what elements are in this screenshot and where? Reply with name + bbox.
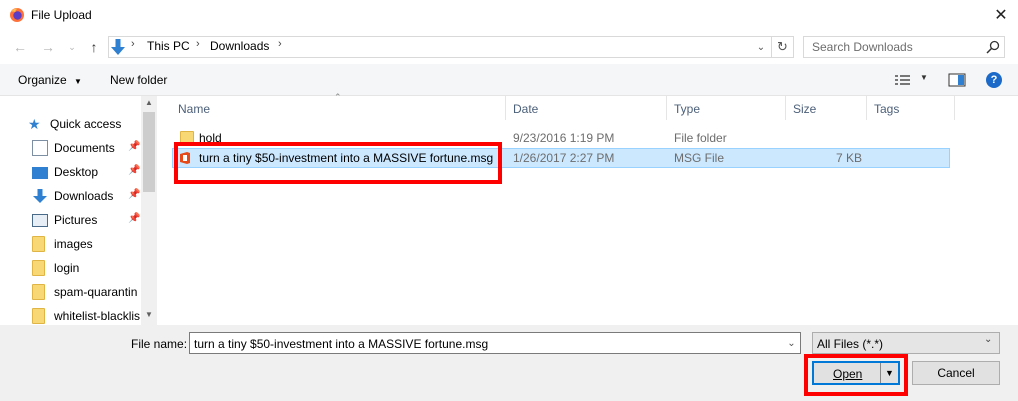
forward-arrow-icon: → <box>41 39 55 55</box>
address-dropdown-button[interactable]: ⌄ <box>752 37 770 57</box>
help-button[interactable]: ? <box>986 72 1002 88</box>
up-arrow-icon: ↑ <box>90 39 98 55</box>
sidebar-item-quick-access[interactable]: ★ Quick access <box>28 113 121 135</box>
annotation-highlight-file <box>174 142 502 184</box>
column-header-date[interactable]: Date <box>513 102 538 116</box>
up-button[interactable]: ↑ <box>84 37 104 57</box>
scroll-up-icon[interactable]: ▲ <box>141 98 157 110</box>
sidebar-item-label: whitelist-blacklis <box>54 309 141 323</box>
sidebar-item-label: Quick access <box>50 117 122 131</box>
refresh-icon: ↻ <box>777 39 788 54</box>
folder-icon <box>32 260 45 276</box>
title-bar <box>0 0 1018 30</box>
file-name-dropdown-button[interactable]: ⌄ <box>783 333 800 353</box>
annotation-highlight-open <box>804 354 908 396</box>
sidebar-item-label: Documents <box>54 141 115 155</box>
organize-button[interactable]: Organize ▼ <box>18 73 82 87</box>
chevron-down-icon: ⌄ <box>756 41 766 53</box>
sidebar-item-spam-quarantine[interactable]: spam-quarantin <box>32 281 137 303</box>
column-header-name[interactable]: Name <box>178 102 210 116</box>
sidebar-item-label: images <box>54 237 93 251</box>
address-bar[interactable] <box>108 36 772 58</box>
sidebar-item-pictures[interactable]: Pictures <box>32 209 97 231</box>
search-placeholder: Search Downloads <box>812 40 913 54</box>
close-icon: ✕ <box>994 7 1008 24</box>
sidebar-item-label: Downloads <box>54 189 114 203</box>
file-name-value[interactable]: turn a tiny $50-investment into a MASSIV… <box>194 337 488 351</box>
download-arrow-icon <box>111 39 125 55</box>
scrollbar-thumb[interactable] <box>143 112 155 192</box>
file-date: 1/26/2017 2:27 PM <box>513 151 615 165</box>
caret-down-icon: ▼ <box>920 73 928 82</box>
pictures-icon <box>32 214 48 227</box>
search-icon <box>986 40 1000 54</box>
column-header-tags[interactable]: Tags <box>874 102 899 116</box>
folder-icon <box>32 236 45 252</box>
sidebar-item-desktop[interactable]: Desktop <box>32 161 98 183</box>
refresh-button[interactable]: ↻ <box>772 36 794 58</box>
sidebar-item-downloads[interactable]: Downloads <box>32 185 113 207</box>
sidebar-item-label: spam-quarantin <box>54 285 138 299</box>
chevron-down-icon[interactable]: ⌄ <box>984 334 992 345</box>
breadcrumb-downloads[interactable]: Downloads <box>210 39 269 53</box>
breadcrumb-separator[interactable]: › <box>196 38 200 50</box>
chevron-down-icon: ⌄ <box>68 41 76 52</box>
recent-locations-button[interactable]: ⌄ <box>62 37 82 57</box>
new-folder-button[interactable]: New folder <box>110 73 167 87</box>
close-button[interactable]: ✕ <box>984 2 1018 28</box>
caret-down-icon: ▼ <box>74 77 82 86</box>
column-header-type[interactable]: Type <box>674 102 700 116</box>
file-type: File folder <box>674 131 727 145</box>
column-divider[interactable] <box>954 96 955 120</box>
pin-icon: 📌 <box>128 189 141 200</box>
sidebar-item-login[interactable]: login <box>32 257 79 279</box>
pin-icon: 📌 <box>128 141 141 152</box>
sidebar-item-documents[interactable]: Documents <box>32 137 115 159</box>
back-arrow-icon: ← <box>13 39 27 55</box>
sidebar-item-label: login <box>54 261 80 275</box>
back-button[interactable]: ← <box>10 37 30 57</box>
details-view-icon <box>895 75 910 85</box>
pin-icon: 📌 <box>128 165 141 176</box>
sidebar-item-label: Desktop <box>54 165 99 179</box>
download-arrow-icon <box>33 189 47 203</box>
column-divider[interactable] <box>666 96 667 120</box>
file-date: 9/23/2016 1:19 PM <box>513 131 615 145</box>
chevron-down-icon: ⌄ <box>787 337 796 349</box>
change-view-button[interactable]: ▼ <box>894 72 932 90</box>
breadcrumb-separator: › <box>131 38 135 50</box>
sidebar-item-label: Pictures <box>54 213 98 227</box>
help-icon: ? <box>990 74 998 86</box>
folder-icon <box>32 308 45 324</box>
documents-icon <box>32 140 48 156</box>
column-divider[interactable] <box>866 96 867 120</box>
firefox-icon <box>10 8 24 22</box>
file-name-label: File name: <box>131 337 188 351</box>
sidebar-item-whitelist-blacklist[interactable]: whitelist-blacklis <box>32 305 140 327</box>
file-type: MSG File <box>674 151 725 165</box>
file-type-filter-value[interactable]: All Files (*.*) <box>817 337 883 351</box>
column-divider[interactable] <box>505 96 506 120</box>
breadcrumb-separator[interactable]: › <box>278 38 282 50</box>
desktop-icon <box>32 167 48 179</box>
star-icon: ★ <box>28 116 41 132</box>
column-divider[interactable] <box>785 96 786 120</box>
preview-pane-icon[interactable] <box>948 72 966 88</box>
window-title: File Upload <box>31 8 92 22</box>
folder-icon <box>32 284 45 300</box>
breadcrumb-this-pc[interactable]: This PC <box>147 39 190 53</box>
cancel-button[interactable]: Cancel <box>912 361 1000 385</box>
file-size: 7 KB <box>836 151 863 165</box>
column-header-size[interactable]: Size <box>793 102 816 116</box>
sidebar-item-images[interactable]: images <box>32 233 93 255</box>
organize-label: Organize <box>18 73 67 87</box>
pin-icon: 📌 <box>128 213 141 224</box>
forward-button[interactable]: → <box>38 37 58 57</box>
sort-ascending-icon: ⌃ <box>334 92 342 102</box>
scroll-down-icon[interactable]: ▼ <box>141 310 157 322</box>
